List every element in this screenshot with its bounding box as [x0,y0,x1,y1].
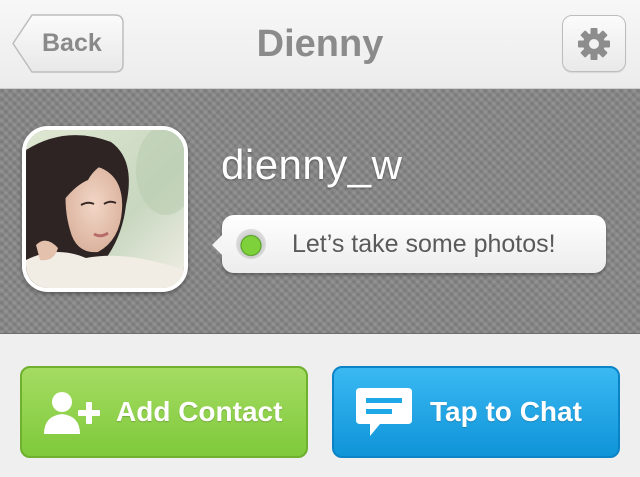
bubble-tail [212,235,222,255]
page-title: Dienny [256,23,384,65]
username: dienny_w [221,141,403,188]
tap-to-chat-button[interactable]: Tap to Chat [332,366,620,458]
navigation-bar: Back Dienny [0,0,640,89]
status-message-bubble: Let’s take some photos! [212,215,606,273]
add-contact-label: Add Contact [116,396,283,427]
status-message-text: Let’s take some photos! [292,230,556,258]
back-button-label: Back [42,29,102,57]
profile-photo [26,130,184,288]
back-button[interactable]: Back [12,14,124,73]
settings-button[interactable] [562,15,626,72]
gear-icon [578,28,610,60]
profile-header: dienny_w Let’s take some photos! [0,89,640,334]
add-user-icon [44,392,100,434]
tap-to-chat-label: Tap to Chat [430,396,582,427]
avatar[interactable] [22,126,188,292]
chat-bubble-icon [356,388,412,436]
add-contact-button[interactable]: Add Contact [20,366,308,458]
online-status-icon [236,229,266,259]
